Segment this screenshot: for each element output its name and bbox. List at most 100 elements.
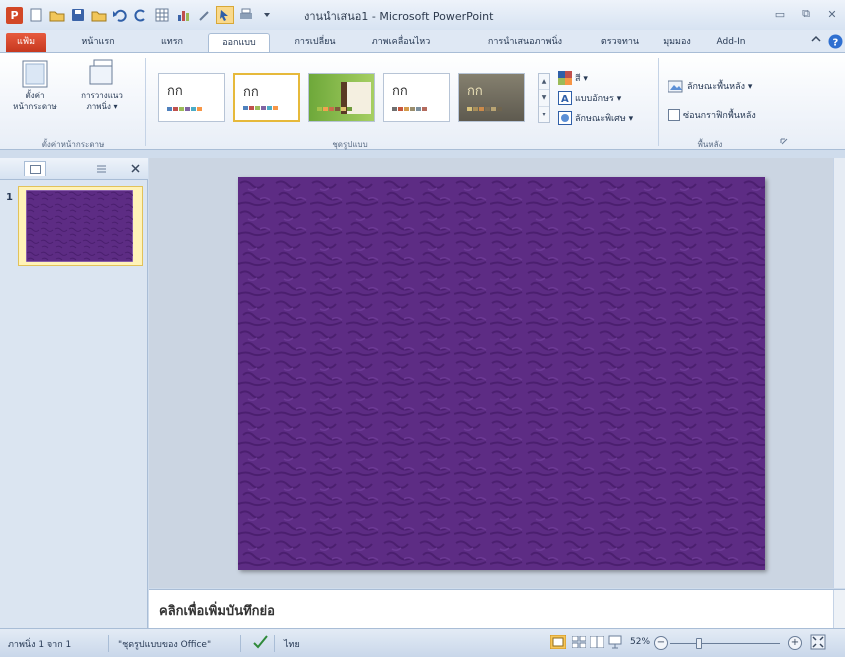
themes-gallery-scroll[interactable]: ▲ ▼ ▾ <box>538 73 550 123</box>
select-pointer-icon[interactable] <box>216 6 234 24</box>
window-controls: ▭ ⧉ ✕ <box>771 6 841 22</box>
theme-color-swatch <box>398 107 403 111</box>
slide-thumbnail[interactable] <box>18 186 143 266</box>
slides-pane: 1 <box>0 158 148 628</box>
tab-view[interactable]: มุมมอง <box>652 33 702 52</box>
chart-icon[interactable] <box>174 6 192 24</box>
slideshow-view-icon[interactable] <box>608 635 622 652</box>
format-painter-icon[interactable] <box>195 6 213 24</box>
theme-color-swatch <box>491 107 496 111</box>
language-status[interactable]: ไทย <box>284 637 300 651</box>
theme-thumbnail-4[interactable]: กก <box>383 73 450 122</box>
theme-color-swatch <box>179 107 184 111</box>
vertical-scrollbar[interactable] <box>833 158 845 588</box>
minimize-button[interactable]: ▭ <box>771 6 789 22</box>
close-pane-icon[interactable] <box>124 161 146 176</box>
quick-access-toolbar <box>27 6 276 24</box>
background-styles-button[interactable]: ลักษณะพื้นหลัง ▾ <box>668 79 752 93</box>
slide-orientation-label-line1: การวางแนว <box>81 91 123 100</box>
undo-icon[interactable] <box>111 6 129 24</box>
theme-color-swatch <box>335 107 340 111</box>
save-icon[interactable] <box>69 6 87 24</box>
zoom-level[interactable]: 52% <box>630 637 650 647</box>
theme-effects-button[interactable]: ลักษณะพิเศษ ▾ <box>558 111 633 125</box>
theme-color-swatch <box>422 107 427 111</box>
theme-color-swatches <box>317 107 352 111</box>
notes-scrollbar[interactable] <box>833 590 845 628</box>
theme-effects-icon <box>558 111 572 125</box>
page-setup-label-line2: หน้ากระดาษ <box>13 102 57 111</box>
tab-slideshow[interactable]: การนำเสนอภาพนิ่ง <box>470 33 580 52</box>
open-folder-icon[interactable] <box>48 6 66 24</box>
page-setup-label-line1: ตั้งค่า <box>25 91 45 100</box>
gallery-up-icon[interactable]: ▲ <box>539 74 549 91</box>
slide[interactable] <box>238 177 765 570</box>
help-icon[interactable]: ? <box>828 34 843 49</box>
zoom-slider[interactable] <box>670 638 780 649</box>
gallery-more-icon[interactable]: ▾ <box>539 107 549 122</box>
zoom-in-icon[interactable]: + <box>788 636 802 650</box>
slide-count-status[interactable]: ภาพนิ่ง 1 จาก 1 <box>8 637 71 651</box>
notes-placeholder[interactable]: คลิกเพื่อเพิ่มบันทึกย่อ <box>159 600 275 621</box>
tab-home[interactable]: หน้าแรก <box>68 33 128 52</box>
notes-pane[interactable]: คลิกเพื่อเพิ่มบันทึกย่อ <box>149 589 845 628</box>
tab-animations[interactable]: ภาพเคลื่อนไหว <box>358 33 444 52</box>
fit-to-window-icon[interactable] <box>810 634 826 653</box>
window-title: งานนำเสนอ1 - Microsoft PowerPoint <box>304 10 494 23</box>
theme-name-status[interactable]: "ชุดรูปแบบของ Office" <box>118 637 211 651</box>
theme-thumbnail-1[interactable]: กก <box>158 73 225 122</box>
theme-color-swatch <box>479 107 484 111</box>
theme-effects-label: ลักษณะพิเศษ ▾ <box>575 114 634 124</box>
tab-design[interactable]: ออกแบบ <box>208 33 270 52</box>
slide-sorter-view-icon[interactable] <box>571 635 587 651</box>
normal-view-icon[interactable] <box>549 634 567 652</box>
theme-color-swatch <box>329 107 334 111</box>
powerpoint-window: P งานนำเสนอ1 - Microsoft PowerPoint ▭ ⧉ … <box>0 0 845 657</box>
slides-view-tab-icon[interactable] <box>24 161 46 176</box>
status-separator <box>274 635 275 652</box>
zoom-out-icon[interactable]: − <box>654 636 668 650</box>
theme-thumbnail-letters: กก <box>167 84 183 99</box>
theme-colors-button[interactable]: สี ▾ <box>558 71 588 85</box>
table-icon[interactable] <box>153 6 171 24</box>
theme-thumbnail-letters: กก <box>467 84 483 99</box>
tab-review[interactable]: ตรวจทาน <box>590 33 650 52</box>
customize-toolbar-icon[interactable] <box>258 6 276 24</box>
outline-view-tab-icon[interactable] <box>90 161 112 176</box>
spelling-check-icon[interactable] <box>252 634 268 653</box>
powerpoint-app-icon[interactable]: P <box>6 7 23 24</box>
background-styles-label: ลักษณะพื้นหลัง ▾ <box>687 82 753 92</box>
theme-color-swatch <box>347 107 352 111</box>
svg-text:A: A <box>561 94 569 105</box>
theme-thumbnail-letters: กก <box>243 85 259 100</box>
theme-thumbnail-5[interactable]: กก <box>458 73 525 122</box>
dialog-launcher-icon[interactable] <box>780 138 788 149</box>
theme-color-swatches <box>167 107 202 111</box>
tab-transitions[interactable]: การเปลี่ยน <box>282 33 348 52</box>
hide-background-graphics-checkbox[interactable]: ซ่อนกราฟิกพื้นหลัง <box>668 108 756 122</box>
zoom-slider-thumb[interactable] <box>695 638 702 649</box>
open-folder-icon[interactable] <box>90 6 108 24</box>
redo-icon[interactable] <box>132 6 150 24</box>
print-icon[interactable] <box>237 6 255 24</box>
minimize-ribbon-icon[interactable] <box>810 34 822 44</box>
theme-thumbnail-2[interactable]: กก <box>233 73 300 122</box>
slide-orientation-button[interactable]: การวางแนว ภาพนิ่ง ▾ <box>70 58 134 112</box>
page-setup-group-label: ตั้งค่าหน้ากระดาษ <box>41 140 105 149</box>
reading-view-icon[interactable] <box>589 635 605 651</box>
slide-number: 1 <box>6 192 13 203</box>
theme-color-swatch <box>416 107 421 111</box>
tab-insert[interactable]: แทรก <box>150 33 194 52</box>
theme-colors-icon <box>558 71 572 85</box>
theme-thumbnail-3[interactable] <box>308 73 375 122</box>
gallery-down-icon[interactable]: ▼ <box>539 90 549 107</box>
tab-file[interactable]: แฟ้ม <box>6 33 46 52</box>
tab-addins[interactable]: Add-In <box>700 33 762 52</box>
slide-orientation-label-line2: ภาพนิ่ง ▾ <box>86 102 118 111</box>
theme-fonts-button[interactable]: A แบบอักษร ▾ <box>558 91 621 105</box>
page-setup-icon <box>22 60 48 88</box>
new-document-icon[interactable] <box>27 6 45 24</box>
page-setup-button[interactable]: ตั้งค่า หน้ากระดาษ <box>6 58 64 112</box>
close-button[interactable]: ✕ <box>823 6 841 22</box>
restore-button[interactable]: ⧉ <box>797 6 815 22</box>
